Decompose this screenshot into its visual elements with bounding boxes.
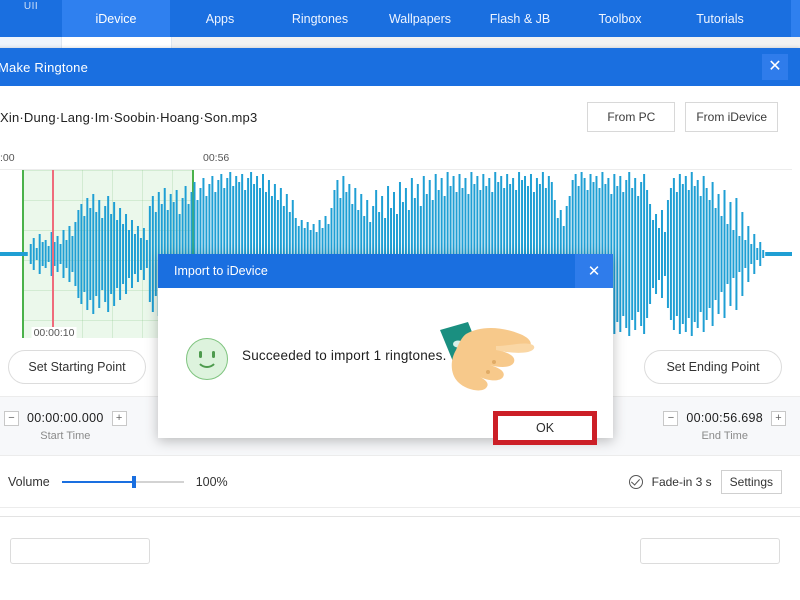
smiley-mouth (196, 355, 218, 368)
dialog-close-icon[interactable]: ✕ (575, 254, 613, 288)
smiley-success-icon (186, 338, 228, 380)
dialog-title: Import to iDevice (174, 264, 268, 278)
pointing-hand-icon (440, 322, 535, 391)
dialog-titlebar: Import to iDevice ✕ (158, 254, 613, 288)
app-root: UII iDevice Apps Ringtones Wallpapers Fl… (0, 0, 800, 600)
modal-overlay: Import to iDevice ✕ Succeeded to import … (0, 0, 800, 600)
dialog-message: Succeeded to import 1 ringtones. (242, 348, 447, 363)
ok-button[interactable]: OK (498, 416, 592, 440)
ok-button-highlight: OK (493, 411, 597, 445)
